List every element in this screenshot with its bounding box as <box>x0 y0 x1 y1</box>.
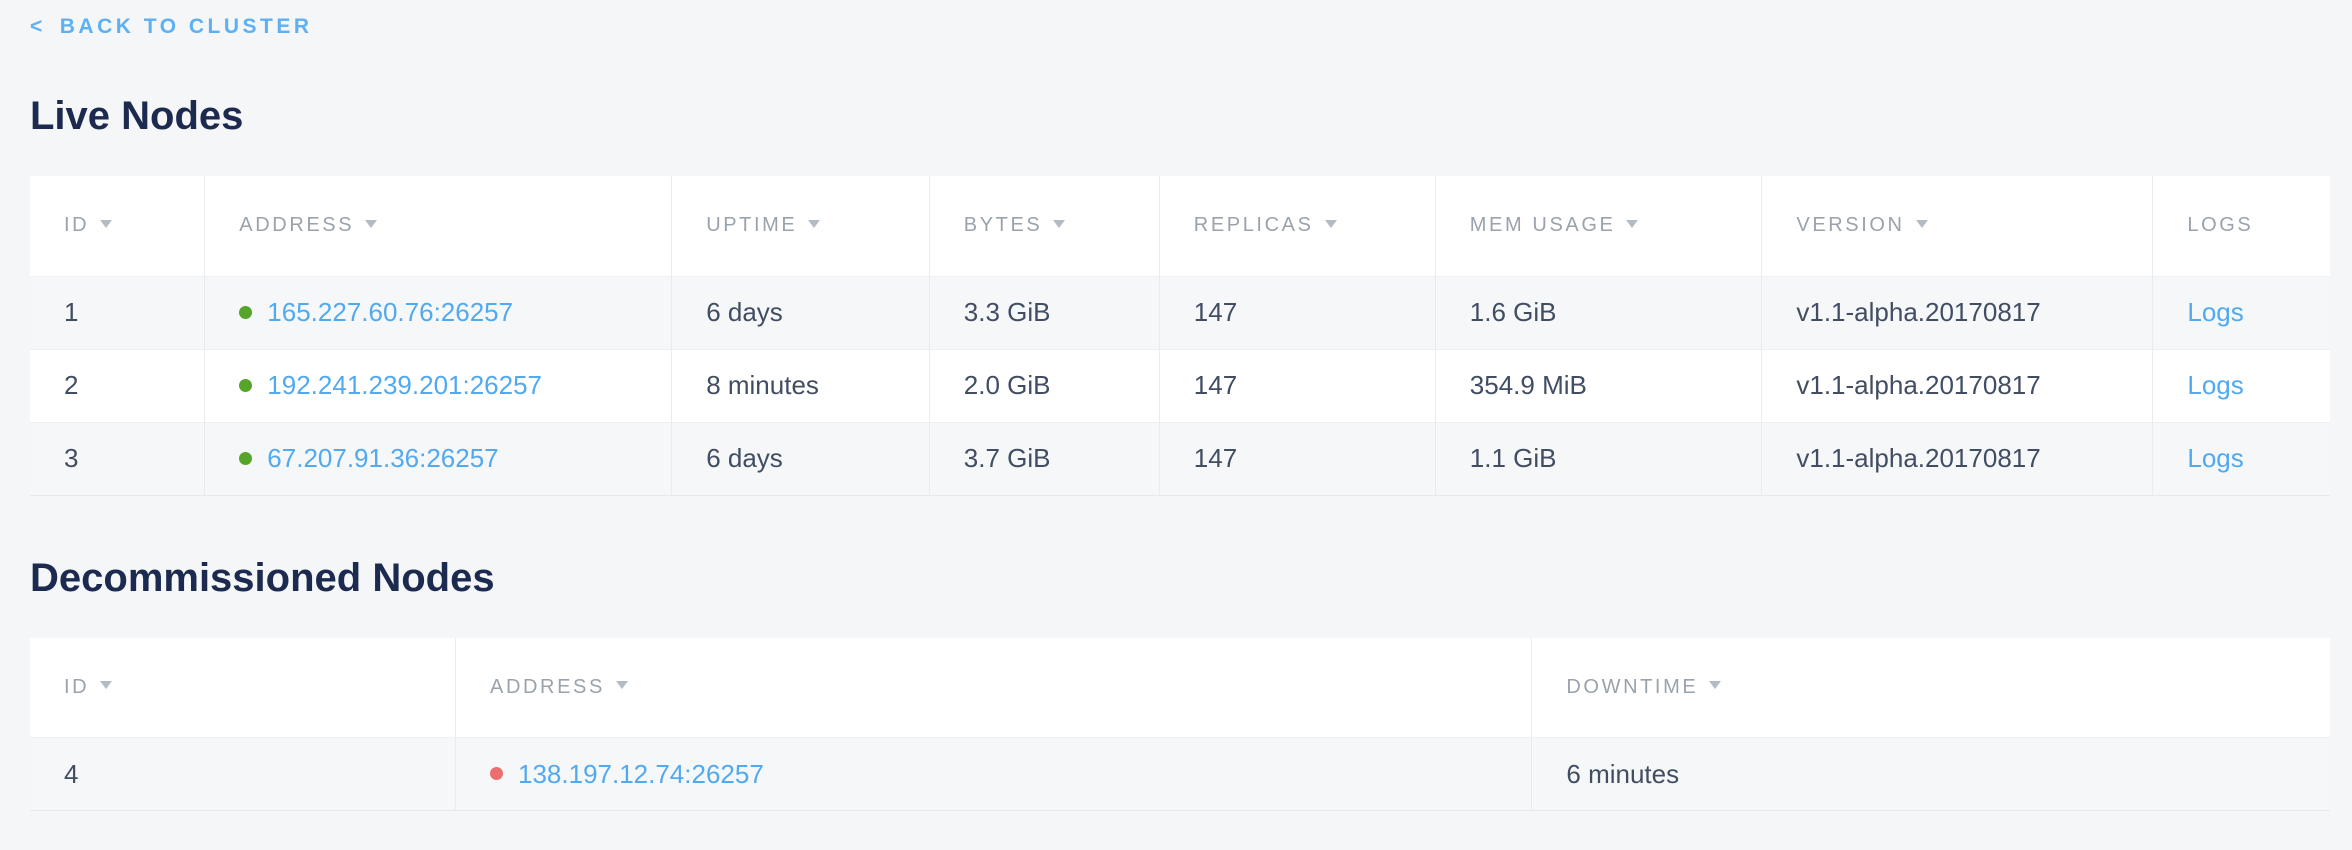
node-uptime-cell: 6 days <box>672 276 930 349</box>
column-header-address[interactable]: ADDRESS <box>205 176 672 276</box>
sort-arrow-icon <box>1709 681 1721 689</box>
column-header-label: LOGS <box>2187 214 2253 236</box>
node-address-cell: 165.227.60.76:26257 <box>205 276 672 349</box>
column-header-bytes[interactable]: BYTES <box>929 176 1159 276</box>
back-link-label: BACK TO CLUSTER <box>60 12 313 42</box>
node-live-status-icon <box>239 306 252 319</box>
node-address-link[interactable]: 192.241.239.201:26257 <box>267 370 542 400</box>
column-header-logs: LOGS <box>2153 176 2330 276</box>
node-logs-link[interactable]: Logs <box>2187 370 2243 400</box>
column-header-replicas[interactable]: REPLICAS <box>1159 176 1435 276</box>
column-header-address[interactable]: ADDRESS <box>456 638 1532 738</box>
column-header-id[interactable]: ID <box>30 638 456 738</box>
column-header-downtime[interactable]: DOWNTIME <box>1532 638 2330 738</box>
table-row: 1 165.227.60.76:26257 6 days 3.3 GiB 147… <box>30 276 2330 349</box>
node-logs-link[interactable]: Logs <box>2187 297 2243 327</box>
sort-arrow-icon <box>616 681 628 689</box>
live-nodes-title: Live Nodes <box>30 92 2330 140</box>
sort-arrow-icon <box>1053 220 1065 228</box>
sort-arrow-icon <box>1626 220 1638 228</box>
column-header-version[interactable]: VERSION <box>1762 176 2153 276</box>
nodes-page: < BACK TO CLUSTER Live Nodes ID ADDRESS … <box>0 0 2352 811</box>
node-address-cell: 67.207.91.36:26257 <box>205 422 672 495</box>
node-logs-cell: Logs <box>2153 349 2330 422</box>
node-id-cell: 3 <box>30 422 205 495</box>
live-nodes-table-header: ID ADDRESS UPTIME BYTES REPLICAS MEM USA… <box>30 176 2330 276</box>
back-arrow-icon: < <box>30 12 46 42</box>
column-header-label: ADDRESS <box>490 676 605 698</box>
node-logs-cell: Logs <box>2153 276 2330 349</box>
node-live-status-icon <box>239 379 252 392</box>
sort-arrow-icon <box>1325 220 1337 228</box>
sort-arrow-icon <box>365 220 377 228</box>
node-version-cell: v1.1-alpha.20170817 <box>1762 276 2153 349</box>
node-uptime-cell: 8 minutes <box>672 349 930 422</box>
node-uptime-cell: 6 days <box>672 422 930 495</box>
node-mem-usage-cell: 1.1 GiB <box>1435 422 1762 495</box>
node-version-cell: v1.1-alpha.20170817 <box>1762 422 2153 495</box>
node-mem-usage-cell: 1.6 GiB <box>1435 276 1762 349</box>
column-header-label: REPLICAS <box>1194 214 1314 236</box>
decommissioned-nodes-title: Decommissioned Nodes <box>30 554 2330 602</box>
node-address-cell: 138.197.12.74:26257 <box>456 738 1532 811</box>
node-mem-usage-cell: 354.9 MiB <box>1435 349 1762 422</box>
sort-arrow-icon <box>1916 220 1928 228</box>
sort-arrow-icon <box>100 681 112 689</box>
sort-arrow-icon <box>808 220 820 228</box>
column-header-mem-usage[interactable]: MEM USAGE <box>1435 176 1762 276</box>
node-address-link[interactable]: 165.227.60.76:26257 <box>267 297 513 327</box>
node-logs-cell: Logs <box>2153 422 2330 495</box>
node-id-cell: 4 <box>30 738 456 811</box>
node-bytes-cell: 3.7 GiB <box>929 422 1159 495</box>
node-id-cell: 2 <box>30 349 205 422</box>
node-bytes-cell: 3.3 GiB <box>929 276 1159 349</box>
node-decommissioned-status-icon <box>490 767 503 780</box>
column-header-label: ADDRESS <box>239 214 354 236</box>
node-replicas-cell: 147 <box>1159 422 1435 495</box>
node-address-link[interactable]: 67.207.91.36:26257 <box>267 443 498 473</box>
column-header-label: ID <box>64 214 89 236</box>
column-header-label: ID <box>64 676 89 698</box>
column-header-id[interactable]: ID <box>30 176 205 276</box>
column-header-label: MEM USAGE <box>1470 214 1616 236</box>
live-nodes-table: ID ADDRESS UPTIME BYTES REPLICAS MEM USA… <box>30 176 2330 496</box>
sort-arrow-icon <box>100 220 112 228</box>
decommissioned-nodes-table: ID ADDRESS DOWNTIME 4 138.197.12.74:2625… <box>30 638 2330 812</box>
node-replicas-cell: 147 <box>1159 276 1435 349</box>
table-row: 3 67.207.91.36:26257 6 days 3.7 GiB 147 … <box>30 422 2330 495</box>
column-header-label: BYTES <box>964 214 1043 236</box>
node-replicas-cell: 147 <box>1159 349 1435 422</box>
node-bytes-cell: 2.0 GiB <box>929 349 1159 422</box>
column-header-label: DOWNTIME <box>1566 676 1698 698</box>
back-to-cluster-link[interactable]: < BACK TO CLUSTER <box>30 12 313 42</box>
table-row: 2 192.241.239.201:26257 8 minutes 2.0 Gi… <box>30 349 2330 422</box>
node-downtime-cell: 6 minutes <box>1532 738 2330 811</box>
node-address-cell: 192.241.239.201:26257 <box>205 349 672 422</box>
node-logs-link[interactable]: Logs <box>2187 443 2243 473</box>
column-header-label: VERSION <box>1796 214 1904 236</box>
table-row: 4 138.197.12.74:26257 6 minutes <box>30 738 2330 811</box>
node-id-cell: 1 <box>30 276 205 349</box>
column-header-uptime[interactable]: UPTIME <box>672 176 930 276</box>
column-header-label: UPTIME <box>706 214 797 236</box>
node-version-cell: v1.1-alpha.20170817 <box>1762 349 2153 422</box>
decommissioned-nodes-table-header: ID ADDRESS DOWNTIME <box>30 638 2330 738</box>
node-live-status-icon <box>239 452 252 465</box>
node-address-link[interactable]: 138.197.12.74:26257 <box>518 759 764 789</box>
